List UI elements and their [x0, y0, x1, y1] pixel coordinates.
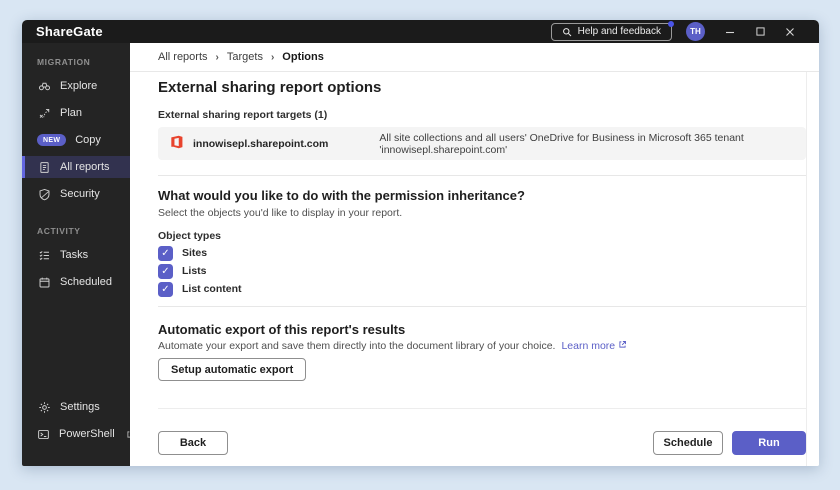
- sidebar-item-all-reports[interactable]: All reports: [22, 156, 130, 178]
- target-name: innowisepl.sharepoint.com: [170, 135, 379, 152]
- sharegate-logo: ShareGate: [36, 24, 103, 39]
- sidebar-item-label: PowerShell: [59, 428, 115, 440]
- targets-count-label: External sharing report targets (1): [158, 109, 327, 121]
- checkbox-row-list-content[interactable]: List content: [158, 281, 242, 297]
- breadcrumb-targets[interactable]: Targets: [227, 51, 263, 63]
- close-icon[interactable]: [775, 20, 805, 43]
- auto-export-subtitle-text: Automate your export and save them direc…: [158, 340, 555, 352]
- back-button[interactable]: Back: [158, 431, 228, 455]
- checkbox-row-sites[interactable]: Sites: [158, 245, 207, 261]
- sidebar-section-activity: ACTIVITY: [22, 210, 130, 244]
- external-link-icon: [618, 340, 627, 352]
- sidebar-item-label: All reports: [60, 161, 110, 173]
- calendar-icon: [37, 276, 51, 289]
- sidebar-item-scheduled[interactable]: Scheduled: [22, 271, 130, 293]
- main-content: All reports › Targets › Options External…: [130, 43, 819, 466]
- chevron-right-icon: ›: [216, 52, 219, 63]
- sidebar-section-migration: MIGRATION: [22, 43, 130, 75]
- section-divider: [158, 306, 806, 307]
- report-icon: [37, 161, 51, 174]
- breadcrumb-options: Options: [282, 51, 324, 63]
- help-and-feedback-label: Help and feedback: [578, 26, 661, 37]
- title-bar: ShareGate Help and feedback TH: [22, 20, 819, 43]
- target-row: innowisepl.sharepoint.com All site colle…: [158, 127, 806, 160]
- sidebar-item-security[interactable]: Security: [22, 183, 130, 205]
- sidebar-item-label: Plan: [60, 107, 82, 119]
- target-description: All site collections and all users' OneD…: [379, 132, 794, 156]
- office365-icon: [170, 135, 184, 152]
- notification-dot: [668, 21, 674, 27]
- new-badge: NEW: [37, 134, 66, 146]
- learn-more-link[interactable]: Learn more: [561, 340, 627, 352]
- target-url: innowisepl.sharepoint.com: [193, 138, 328, 150]
- inheritance-subtitle: Select the objects you'd like to display…: [158, 207, 402, 219]
- avatar[interactable]: TH: [686, 22, 705, 41]
- checkbox-label: List content: [182, 283, 242, 295]
- sidebar-item-label: Scheduled: [60, 276, 112, 288]
- sidebar-item-label: Explore: [60, 80, 97, 92]
- breadcrumb: All reports › Targets › Options: [130, 43, 819, 72]
- sidebar-footer: Settings PowerShell: [22, 396, 130, 450]
- strategy-icon: [37, 107, 51, 120]
- object-types-label: Object types: [158, 230, 221, 242]
- window-controls: [715, 20, 805, 43]
- section-divider: [158, 175, 806, 176]
- sidebar-item-explore[interactable]: Explore: [22, 75, 130, 97]
- auto-export-subtitle: Automate your export and save them direc…: [158, 340, 627, 352]
- sidebar-item-plan[interactable]: Plan: [22, 102, 130, 124]
- sidebar-item-powershell[interactable]: PowerShell: [22, 423, 130, 445]
- sidebar-item-tasks[interactable]: Tasks: [22, 244, 130, 266]
- breadcrumb-all-reports[interactable]: All reports: [158, 51, 208, 63]
- setup-automatic-export-button[interactable]: Setup automatic export: [158, 358, 306, 381]
- desktop-background: ShareGate Help and feedback TH: [0, 0, 840, 490]
- page-title: External sharing report options: [158, 79, 381, 96]
- shield-icon: [37, 188, 51, 201]
- sidebar-item-copy[interactable]: NEW Copy: [22, 129, 130, 151]
- checkbox-row-lists[interactable]: Lists: [158, 263, 207, 279]
- maximize-icon[interactable]: [745, 20, 775, 43]
- checkbox-checked-icon[interactable]: [158, 264, 173, 279]
- checkbox-label: Lists: [182, 265, 207, 277]
- sidebar: MIGRATION Explore Plan: [22, 43, 130, 466]
- binoculars-icon: [37, 80, 51, 93]
- search-icon: [562, 27, 572, 37]
- run-button[interactable]: Run: [732, 431, 806, 455]
- sidebar-item-label: Settings: [60, 401, 100, 413]
- tasks-icon: [37, 249, 51, 262]
- footer-divider: [158, 408, 806, 409]
- sidebar-item-label: Security: [60, 188, 100, 200]
- help-and-feedback-button[interactable]: Help and feedback: [551, 23, 672, 41]
- chevron-right-icon: ›: [271, 52, 274, 63]
- schedule-button[interactable]: Schedule: [653, 431, 723, 455]
- sidebar-item-settings[interactable]: Settings: [22, 396, 130, 418]
- terminal-icon: [37, 428, 50, 441]
- checkbox-label: Sites: [182, 247, 207, 259]
- checkbox-checked-icon[interactable]: [158, 282, 173, 297]
- sharegate-window: ShareGate Help and feedback TH: [22, 20, 819, 466]
- sidebar-item-label: Tasks: [60, 249, 88, 261]
- gear-icon: [37, 401, 51, 414]
- learn-more-label: Learn more: [561, 340, 615, 352]
- inheritance-heading: What would you like to do with the permi…: [158, 188, 525, 203]
- sidebar-item-label: Copy: [75, 134, 101, 146]
- auto-export-heading: Automatic export of this report's result…: [158, 322, 405, 337]
- minimize-icon[interactable]: [715, 20, 745, 43]
- checkbox-checked-icon[interactable]: [158, 246, 173, 261]
- scrollbar[interactable]: [806, 72, 807, 466]
